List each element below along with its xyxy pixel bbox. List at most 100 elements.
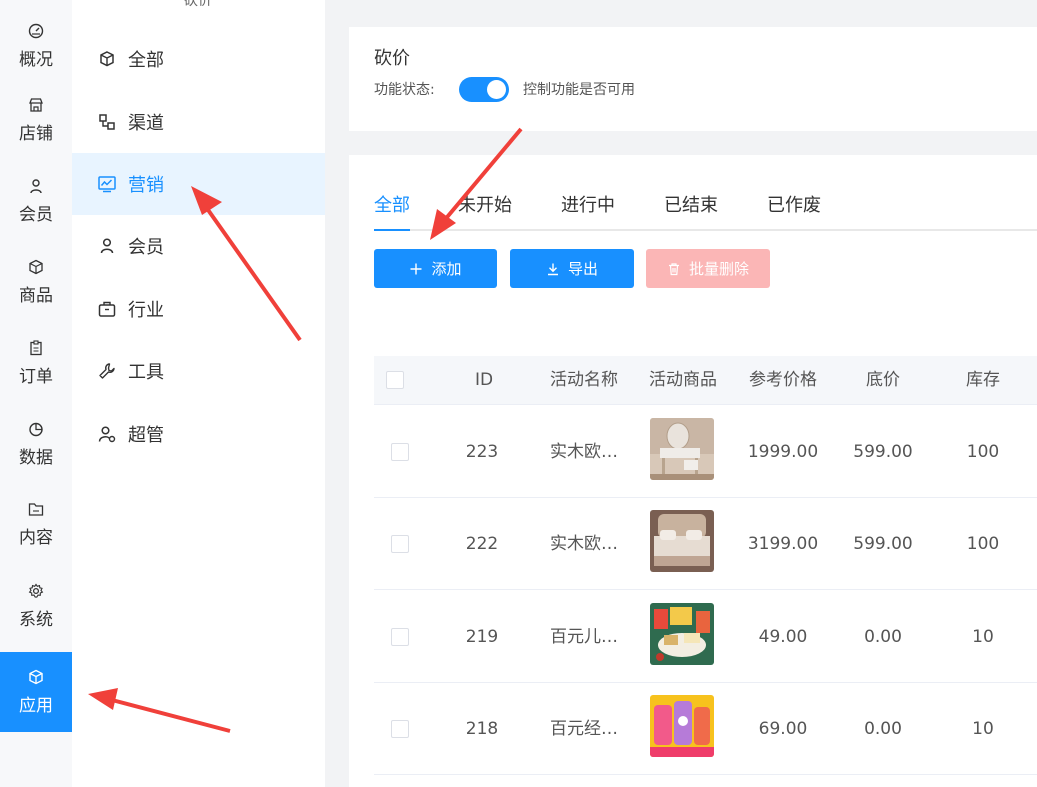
rail-item-store[interactable]: 店铺 bbox=[0, 80, 72, 160]
export-button-label: 导出 bbox=[567, 260, 598, 278]
rail-item-label: 概况 bbox=[19, 49, 53, 70]
tab-ended[interactable]: 已结束 bbox=[664, 195, 718, 217]
tab-voided[interactable]: 已作废 bbox=[767, 195, 821, 217]
cube-icon bbox=[29, 669, 43, 684]
folder-icon bbox=[28, 502, 44, 516]
row-checkbox[interactable] bbox=[391, 535, 409, 553]
table-row[interactable]: 223 实木欧… 1999.00 599.00 100 bbox=[374, 406, 1037, 498]
admin-user-icon bbox=[98, 426, 116, 443]
rail-item-label: 内容 bbox=[19, 527, 53, 548]
pie-chart-icon bbox=[29, 422, 43, 436]
trash-icon bbox=[668, 262, 679, 275]
dashboard-icon bbox=[28, 23, 44, 38]
table-row[interactable]: 218 百元经… 69.00 0.00 10 bbox=[374, 683, 1037, 775]
submenu-item-member[interactable]: 会员 bbox=[72, 215, 325, 277]
plus-icon bbox=[410, 263, 422, 274]
icon-rail: 概况 店铺 会员 商品 订单 数据 内容 系统 应用 bbox=[0, 0, 72, 787]
cell-stock: 10 bbox=[972, 719, 994, 739]
table-row[interactable] bbox=[374, 775, 1037, 787]
row-checkbox[interactable] bbox=[391, 720, 409, 738]
export-button[interactable]: 导出 bbox=[510, 249, 634, 288]
wrench-icon bbox=[99, 363, 115, 379]
submenu-item-label: 工具 bbox=[128, 362, 164, 383]
product-thumbnail-bed bbox=[650, 510, 714, 572]
status-description: 控制功能是否可用 bbox=[523, 82, 635, 98]
briefcase-icon bbox=[98, 301, 116, 317]
table-row[interactable]: 222 实木欧… 3199.00 599.00 100 bbox=[374, 498, 1037, 590]
rail-item-label: 系统 bbox=[19, 609, 53, 630]
column-header-name: 活动名称 bbox=[550, 370, 618, 390]
rail-item-system[interactable]: 系统 bbox=[0, 566, 72, 646]
rail-item-apps[interactable]: 应用 bbox=[0, 652, 72, 732]
channel-icon bbox=[99, 114, 115, 130]
column-header-id: ID bbox=[474, 370, 494, 390]
rail-item-label: 会员 bbox=[19, 204, 53, 225]
rail-item-overview[interactable]: 概况 bbox=[0, 0, 72, 92]
tab-active-indicator bbox=[374, 229, 410, 231]
cell-floor-price: 0.00 bbox=[864, 627, 902, 647]
store-icon bbox=[29, 97, 43, 112]
cell-ref-price: 49.00 bbox=[758, 627, 808, 647]
product-thumbnail-dresser bbox=[650, 418, 714, 480]
row-checkbox[interactable] bbox=[391, 443, 409, 461]
submenu-item-channel[interactable]: 渠道 bbox=[72, 91, 325, 153]
cell-ref-price: 3199.00 bbox=[747, 534, 819, 554]
column-header-ref-price: 参考价格 bbox=[749, 370, 817, 390]
cell-activity-name: 实木欧… bbox=[550, 534, 618, 554]
cell-id: 218 bbox=[465, 719, 499, 739]
rail-item-label: 数据 bbox=[19, 447, 53, 468]
submenu-item-marketing[interactable]: 营销 bbox=[72, 153, 325, 215]
cell-id: 223 bbox=[465, 442, 499, 462]
product-thumbnail-snacks bbox=[650, 603, 714, 665]
main-content: 砍价 功能状态: 控制功能是否可用 全部 未开始 进行中 已结束 已作废 添加 … bbox=[325, 0, 1037, 787]
feature-toggle[interactable] bbox=[459, 77, 509, 102]
rail-item-orders[interactable]: 订单 bbox=[0, 323, 72, 403]
cell-activity-name: 实木欧… bbox=[550, 442, 618, 462]
rail-item-goods[interactable]: 商品 bbox=[0, 242, 72, 322]
status-label: 功能状态: bbox=[374, 82, 435, 98]
user-icon bbox=[100, 238, 114, 254]
gear-icon bbox=[28, 583, 44, 598]
submenu-item-industry[interactable]: 行业 bbox=[72, 278, 325, 340]
status-tabs: 全部 未开始 进行中 已结束 已作废 bbox=[374, 195, 1037, 231]
rail-item-label: 店铺 bbox=[19, 123, 53, 144]
add-button-label: 添加 bbox=[431, 260, 462, 278]
submenu-item-label: 超管 bbox=[128, 425, 164, 446]
toggle-knob bbox=[487, 80, 506, 99]
submenu-item-label: 行业 bbox=[128, 300, 164, 321]
cell-stock: 10 bbox=[972, 627, 994, 647]
cell-stock: 100 bbox=[966, 534, 1000, 554]
cell-floor-price: 0.00 bbox=[864, 719, 902, 739]
cell-id: 219 bbox=[465, 627, 499, 647]
rail-item-member[interactable]: 会员 bbox=[0, 161, 72, 241]
cell-ref-price: 69.00 bbox=[758, 719, 808, 739]
cell-floor-price: 599.00 bbox=[853, 442, 913, 462]
rail-item-data[interactable]: 数据 bbox=[0, 404, 72, 484]
select-all-checkbox[interactable] bbox=[386, 371, 404, 389]
cell-activity-name: 百元经… bbox=[550, 719, 618, 739]
submenu-item-label: 渠道 bbox=[128, 113, 164, 134]
rail-item-label: 订单 bbox=[19, 366, 53, 387]
cell-ref-price: 1999.00 bbox=[747, 442, 819, 462]
cell-activity-name: 百元儿… bbox=[550, 627, 618, 647]
column-header-stock: 库存 bbox=[966, 370, 1000, 390]
tab-all[interactable]: 全部 bbox=[374, 195, 410, 217]
submenu-item-all[interactable]: 全部 bbox=[72, 28, 325, 90]
tab-in-progress[interactable]: 进行中 bbox=[561, 195, 615, 217]
list-card: 全部 未开始 进行中 已结束 已作废 添加 导出 批量删除 ID 活动名称 活动… bbox=[349, 155, 1037, 787]
table-header: ID 活动名称 活动商品 参考价格 底价 库存 bbox=[374, 356, 1037, 405]
page-title: 砍价 bbox=[374, 48, 410, 69]
submenu-item-superadmin[interactable]: 超管 bbox=[72, 403, 325, 465]
tab-not-started[interactable]: 未开始 bbox=[458, 195, 512, 217]
submenu-item-label: 全部 bbox=[128, 50, 164, 71]
submenu-item-label: 会员 bbox=[128, 237, 164, 258]
submenu-item-tools[interactable]: 工具 bbox=[72, 340, 325, 402]
rail-item-content[interactable]: 内容 bbox=[0, 484, 72, 564]
box-icon bbox=[29, 259, 43, 274]
batch-delete-button[interactable]: 批量删除 bbox=[646, 249, 770, 288]
table-row[interactable]: 219 百元儿… 49.00 0.00 10 bbox=[374, 591, 1037, 683]
column-header-floor-price: 底价 bbox=[866, 370, 900, 390]
add-button[interactable]: 添加 bbox=[374, 249, 497, 288]
row-checkbox[interactable] bbox=[391, 628, 409, 646]
submenu-title: 砍价 bbox=[155, 0, 241, 12]
